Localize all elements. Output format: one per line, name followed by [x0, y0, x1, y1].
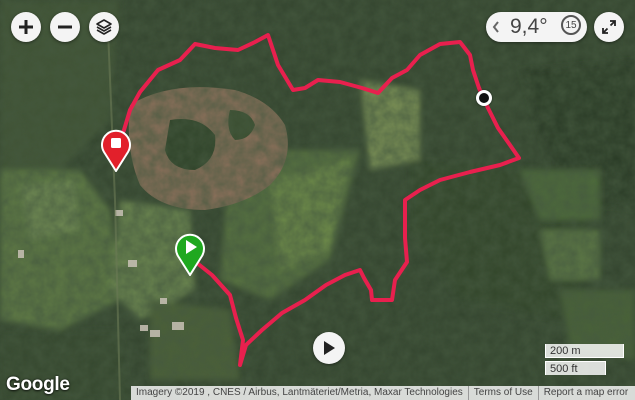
stop-icon	[111, 138, 121, 148]
expand-arrows-icon	[602, 20, 616, 34]
scale-bar-metric: 200 m	[545, 344, 624, 358]
end-marker-pin	[101, 129, 131, 173]
end-marker[interactable]	[100, 126, 132, 173]
zoom-in-button[interactable]	[11, 12, 41, 42]
attribution-bar: Imagery ©2019 , CNES / Airbus, Lantmäter…	[131, 386, 635, 400]
imagery-credit: Imagery ©2019 , CNES / Airbus, Lantmäter…	[136, 387, 463, 398]
start-marker[interactable]	[174, 230, 206, 277]
position-dot	[479, 93, 489, 103]
report-error-link[interactable]: Report a map error	[537, 386, 633, 400]
start-marker-pin	[175, 233, 205, 277]
layers-button[interactable]	[89, 12, 119, 42]
map-view[interactable]: 9,4° 15 200 m 500 ft Google Imagery ©201…	[0, 0, 635, 400]
gradient-badge: 15	[561, 15, 581, 35]
play-icon	[324, 341, 335, 355]
minus-icon	[58, 25, 72, 29]
current-position-marker[interactable]	[476, 90, 492, 106]
layers-icon	[96, 19, 112, 35]
chevron-left-icon[interactable]	[491, 19, 501, 35]
gradient-widget[interactable]: 9,4° 15	[486, 12, 587, 42]
zoom-out-button[interactable]	[50, 12, 80, 42]
plus-icon	[19, 20, 33, 34]
google-logo[interactable]: Google	[6, 374, 70, 396]
fullscreen-button[interactable]	[594, 12, 624, 42]
terms-link[interactable]: Terms of Use	[467, 386, 538, 400]
gradient-value: 9,4°	[510, 15, 548, 38]
scale-bar-imperial: 500 ft	[545, 361, 606, 375]
play-button[interactable]	[313, 332, 345, 364]
route-line	[116, 33, 521, 367]
